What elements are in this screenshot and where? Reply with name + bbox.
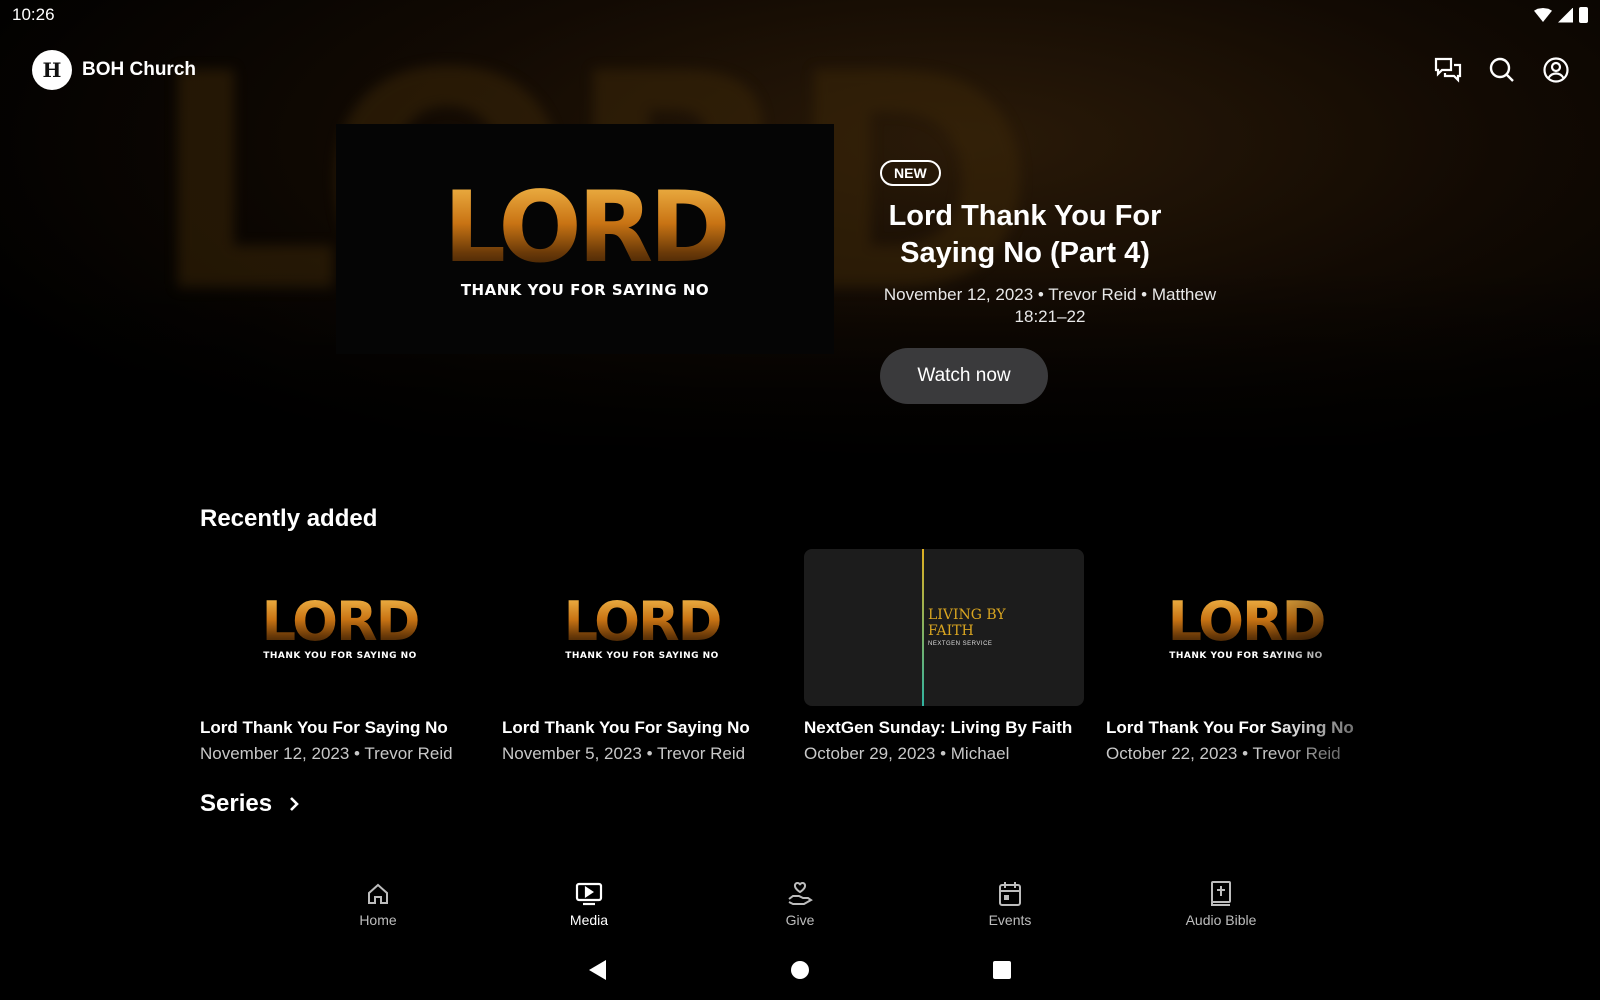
hero-info: NEW Lord Thank You For Saying No (Part 4… bbox=[880, 160, 1240, 404]
bottom-navigation: Home Media Give Events Audio Bible bbox=[0, 880, 1600, 936]
media-meta: October 29, 2023 • Michael bbox=[804, 744, 1010, 763]
nav-label: Media bbox=[569, 912, 609, 928]
thumbnail-art-tagline: THANK YOU FOR SAYING NO bbox=[1169, 650, 1323, 661]
bible-icon bbox=[1207, 880, 1235, 908]
nav-item-events[interactable]: Events bbox=[950, 880, 1070, 928]
media-card[interactable]: LORD THANK YOU FOR SAYING NO Lord Thank … bbox=[502, 549, 782, 764]
nav-item-give[interactable]: Give bbox=[740, 880, 860, 928]
media-card[interactable]: LIVING BY FAITH NEXTGEN SERVICE NextGen … bbox=[804, 549, 1084, 764]
media-meta: October 22, 2023 • Trevor Reid bbox=[1106, 744, 1341, 763]
system-navigation bbox=[0, 955, 1600, 985]
media-meta: November 5, 2023 • Trevor Reid bbox=[502, 744, 746, 763]
thumbnail-art-title: LORD bbox=[261, 589, 421, 653]
watch-now-button[interactable]: Watch now bbox=[880, 348, 1048, 404]
status-bar: 10:26 bbox=[0, 0, 1600, 30]
series-link[interactable]: Series bbox=[200, 790, 300, 818]
search-icon[interactable] bbox=[1488, 56, 1516, 84]
thumbnail-art-line: FAITH bbox=[928, 623, 974, 639]
media-card[interactable]: LORD THANK YOU FOR SAYING NO Lord Thank … bbox=[200, 549, 480, 764]
nav-label: Give bbox=[785, 912, 815, 928]
media-title: Lord Thank You For Saying No bbox=[200, 718, 448, 737]
wifi-icon bbox=[1534, 8, 1552, 22]
thumbnail-art-tagline: THANK YOU FOR SAYING NO bbox=[565, 650, 719, 661]
hero-title: Lord Thank You For Saying No (Part 4) bbox=[888, 200, 1162, 269]
battery-icon bbox=[1579, 7, 1588, 23]
thumbnail-art-subtitle: NEXTGEN SERVICE bbox=[928, 641, 993, 647]
media-title: Lord Thank You For Saying No bbox=[502, 718, 750, 737]
media-thumbnail: LORD THANK YOU FOR SAYING NO bbox=[1106, 549, 1386, 706]
nav-item-media[interactable]: Media bbox=[529, 880, 649, 928]
status-time: 10:26 bbox=[12, 5, 55, 24]
media-card[interactable]: LORD THANK YOU FOR SAYING NO Lord Thank … bbox=[1106, 549, 1386, 764]
nav-item-home[interactable]: Home bbox=[318, 880, 438, 928]
new-badge: NEW bbox=[880, 160, 941, 186]
recents-icon[interactable] bbox=[987, 955, 1017, 985]
media-icon bbox=[575, 880, 603, 908]
nav-item-audio-bible[interactable]: Audio Bible bbox=[1161, 880, 1281, 928]
status-icons bbox=[1534, 7, 1588, 23]
hero-artwork[interactable]: LORD THANK YOU FOR SAYING NO bbox=[336, 124, 834, 354]
thumbnail-divider bbox=[922, 549, 924, 706]
brand-name: BOH Church bbox=[82, 59, 196, 80]
brand[interactable]: H BOH Church bbox=[32, 50, 196, 90]
thumbnail-art-title: LIVING BY FAITH bbox=[928, 607, 1006, 639]
hero-art-title: LORD bbox=[443, 171, 730, 285]
media-thumbnail: LIVING BY FAITH NEXTGEN SERVICE bbox=[804, 549, 1084, 706]
media-thumbnail: LORD THANK YOU FOR SAYING NO bbox=[200, 549, 480, 706]
home-button-icon[interactable] bbox=[785, 955, 815, 985]
hero-art-tagline: THANK YOU FOR SAYING NO bbox=[460, 281, 710, 299]
nav-label: Home bbox=[359, 912, 397, 928]
media-meta: November 12, 2023 • Trevor Reid bbox=[200, 744, 453, 763]
home-icon bbox=[364, 880, 392, 908]
give-icon bbox=[786, 880, 814, 908]
thumbnail-art-title: LORD bbox=[1167, 589, 1327, 653]
media-thumbnail: LORD THANK YOU FOR SAYING NO bbox=[502, 549, 782, 706]
recently-added-heading: Recently added bbox=[200, 505, 378, 532]
nav-label: Events bbox=[988, 912, 1032, 928]
account-icon[interactable] bbox=[1542, 56, 1570, 84]
church-logo: H bbox=[32, 50, 72, 90]
thumbnail-art-tagline: THANK YOU FOR SAYING NO bbox=[263, 650, 417, 661]
back-icon[interactable] bbox=[583, 955, 613, 985]
nav-label: Audio Bible bbox=[1185, 912, 1257, 928]
media-title: Lord Thank You For Saying No bbox=[1106, 718, 1354, 737]
thumbnail-art-title: LORD bbox=[563, 589, 723, 653]
app-header: H BOH Church bbox=[32, 48, 1570, 92]
chat-icon[interactable] bbox=[1434, 56, 1462, 84]
media-title: NextGen Sunday: Living By Faith bbox=[804, 718, 1073, 737]
calendar-icon bbox=[996, 880, 1024, 908]
chevron-right-icon bbox=[290, 797, 299, 811]
hero-meta: November 12, 2023 • Trevor Reid • Matthe… bbox=[883, 285, 1217, 326]
thumbnail-art-line: LIVING BY bbox=[928, 607, 1006, 623]
carousel-edge-mask bbox=[1370, 540, 1600, 770]
header-actions bbox=[1434, 56, 1570, 84]
series-heading: Series bbox=[200, 790, 273, 817]
cellular-icon bbox=[1558, 7, 1573, 23]
